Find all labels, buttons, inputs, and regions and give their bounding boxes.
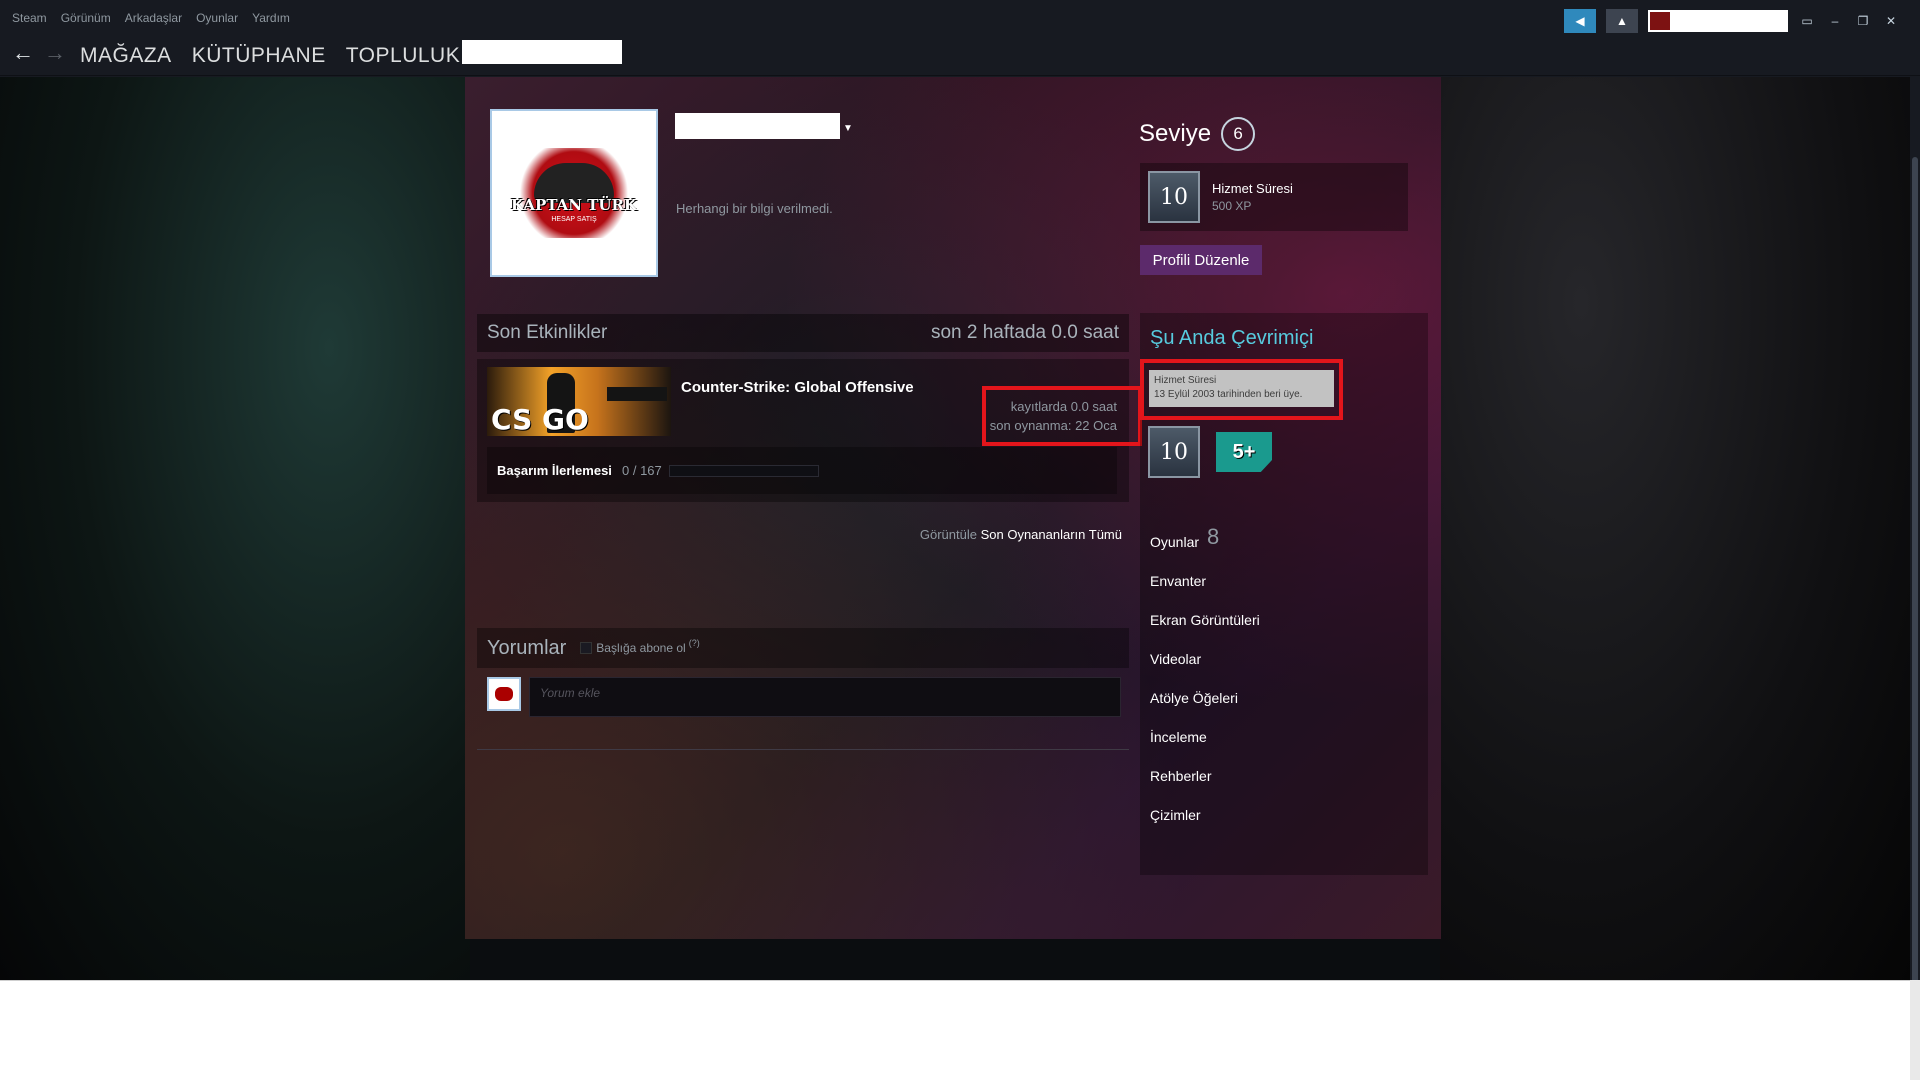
game-collector-badge[interactable]: 5+ xyxy=(1216,432,1272,472)
persona-name[interactable] xyxy=(675,113,840,139)
achievement-count: 0 / 167 xyxy=(622,463,662,478)
view-all-recent: Görüntüle Son Oynananların Tümü xyxy=(920,527,1122,542)
menu-bar: Steam Görünüm Arkadaşlar Oyunlar Yardım xyxy=(12,11,290,25)
nav-bar: ← → MAĞAZA KÜTÜPHANE TOPLULUK xyxy=(0,36,1920,76)
link-screenshots[interactable]: Ekran Görüntüleri xyxy=(1150,601,1260,640)
account-avatar xyxy=(1650,12,1670,30)
recent-activity-header: Son Etkinlikler son 2 haftada 0.0 saat xyxy=(477,314,1129,352)
menu-view[interactable]: Görünüm xyxy=(61,11,111,25)
comment-avatar xyxy=(487,677,521,711)
forward-arrow-icon[interactable]: → xyxy=(44,40,66,66)
logo-subtext: HESAP SATIŞ xyxy=(551,216,597,223)
comments-title: Yorumlar xyxy=(487,636,567,659)
minimize-icon[interactable]: – xyxy=(1826,14,1844,28)
favorite-badge[interactable]: 10 Hizmet Süresi 500 XP xyxy=(1140,163,1408,231)
menu-steam[interactable]: Steam xyxy=(12,11,47,25)
level-row: Seviye 6 xyxy=(1139,117,1256,151)
bottom-blank-area xyxy=(0,980,1910,1080)
achievement-progress-bar xyxy=(669,465,819,477)
nav-community[interactable]: TOPLULUK xyxy=(346,44,461,68)
nav-library[interactable]: KÜTÜPHANE xyxy=(192,44,326,68)
menu-games[interactable]: Oyunlar xyxy=(196,11,238,25)
rifle-graphic xyxy=(607,387,667,401)
years-of-service-badge-icon: 10 xyxy=(1148,171,1200,223)
subscribe-checkbox[interactable] xyxy=(580,642,593,654)
games-count: 8 xyxy=(1207,524,1220,549)
years-of-service-badge[interactable]: 10 xyxy=(1148,426,1200,478)
avatar-logo-icon xyxy=(495,687,513,701)
big-picture-icon[interactable]: ▭ xyxy=(1798,14,1816,28)
badge-xp: 500 XP xyxy=(1212,199,1252,213)
profile-page: KAPTAN TÜRK HESAP SATIŞ ▼ Herhangi bir b… xyxy=(465,77,1441,939)
title-bar: Steam Görünüm Arkadaşlar Oyunlar Yardım … xyxy=(0,0,1920,36)
bottom-scrollbar[interactable] xyxy=(1910,980,1920,1080)
highlight-box-tooltip xyxy=(1140,359,1343,420)
username-nav-tab[interactable] xyxy=(462,40,622,64)
kaptan-turk-logo: KAPTAN TÜRK HESAP SATIŞ xyxy=(504,138,644,248)
notifications-button[interactable]: ▲ xyxy=(1606,9,1638,33)
recent-hours: son 2 haftada 0.0 saat xyxy=(930,322,1119,343)
view-prefix: Görüntüle xyxy=(919,527,977,542)
comments-divider xyxy=(477,749,1129,750)
megaphone-icon: ◀ xyxy=(1575,14,1585,28)
page-scrollbar[interactable] xyxy=(1910,77,1920,997)
view-all-link[interactable]: Son Oynananların Tümü xyxy=(981,527,1122,542)
announcement-button[interactable]: ◀ xyxy=(1564,9,1596,33)
profile-summary: Herhangi bir bilgi verilmedi. xyxy=(676,201,833,216)
profile-right-panel: Şu Anda Çevrimiçi Hizmet Süresi 13 Eylül… xyxy=(1140,313,1428,875)
inbox-icon: ▲ xyxy=(1616,14,1628,28)
link-videos[interactable]: Videolar xyxy=(1150,640,1260,679)
achievement-label: Başarım İlerlemesi xyxy=(497,463,612,478)
menu-help[interactable]: Yardım xyxy=(252,11,290,25)
restore-icon[interactable]: ❐ xyxy=(1854,14,1872,28)
badge-title: Hizmet Süresi xyxy=(1212,181,1293,196)
subscribe-label[interactable]: Başlığa abone ol xyxy=(596,641,685,655)
nav-store[interactable]: MAĞAZA xyxy=(80,44,172,68)
link-artwork[interactable]: Çizimler xyxy=(1150,796,1260,835)
back-arrow-icon[interactable]: ← xyxy=(12,40,34,66)
close-icon[interactable]: ✕ xyxy=(1882,14,1900,28)
link-inventory[interactable]: Envanter xyxy=(1150,562,1260,601)
game-name[interactable]: Counter-Strike: Global Offensive xyxy=(681,379,914,396)
nav-links: MAĞAZA KÜTÜPHANE TOPLULUK xyxy=(80,44,460,68)
csgo-capsule-image[interactable]: CS GO xyxy=(487,367,671,436)
badge-showcase: 10 5+ xyxy=(1148,426,1272,478)
edit-profile-button[interactable]: Profili Düzenle xyxy=(1140,245,1262,275)
profile-links: Oyunlar 8 Envanter Ekran Görüntüleri Vid… xyxy=(1150,523,1260,835)
help-link[interactable]: (?) xyxy=(689,638,700,648)
csgo-logo-text: CS GO xyxy=(491,403,589,436)
titlebar-controls: ◀ ▲ ▭ – ❐ ✕ xyxy=(1564,9,1900,33)
name-dropdown-icon[interactable]: ▼ xyxy=(843,123,853,134)
logo-text: KAPTAN TÜRK xyxy=(510,196,637,214)
scroll-thumb[interactable] xyxy=(1912,157,1918,997)
comment-input[interactable]: Yorum ekle xyxy=(529,677,1121,717)
recent-activity-title: Son Etkinlikler xyxy=(487,322,608,343)
highlight-box-stats xyxy=(982,386,1142,446)
level-circle[interactable]: 6 xyxy=(1221,117,1256,151)
profile-avatar[interactable]: KAPTAN TÜRK HESAP SATIŞ xyxy=(490,109,658,277)
account-menu[interactable] xyxy=(1648,10,1788,32)
link-guides[interactable]: Rehberler xyxy=(1150,757,1260,796)
level-label: Seviye xyxy=(1139,120,1212,147)
recent-game: CS GO Counter-Strike: Global Offensive k… xyxy=(477,359,1142,502)
games-label: Oyunlar xyxy=(1150,534,1200,550)
link-reviews[interactable]: İnceleme xyxy=(1150,718,1260,757)
link-workshop[interactable]: Atölye Öğeleri xyxy=(1150,679,1260,718)
comments-header: Yorumlar Başlığa abone ol (?) xyxy=(477,628,1129,668)
menu-friends[interactable]: Arkadaşlar xyxy=(125,11,182,25)
achievement-progress-row[interactable]: Başarım İlerlemesi 0 / 167 xyxy=(487,447,1117,494)
link-games[interactable]: Oyunlar 8 xyxy=(1150,523,1260,562)
online-status: Şu Anda Çevrimiçi xyxy=(1150,327,1314,349)
